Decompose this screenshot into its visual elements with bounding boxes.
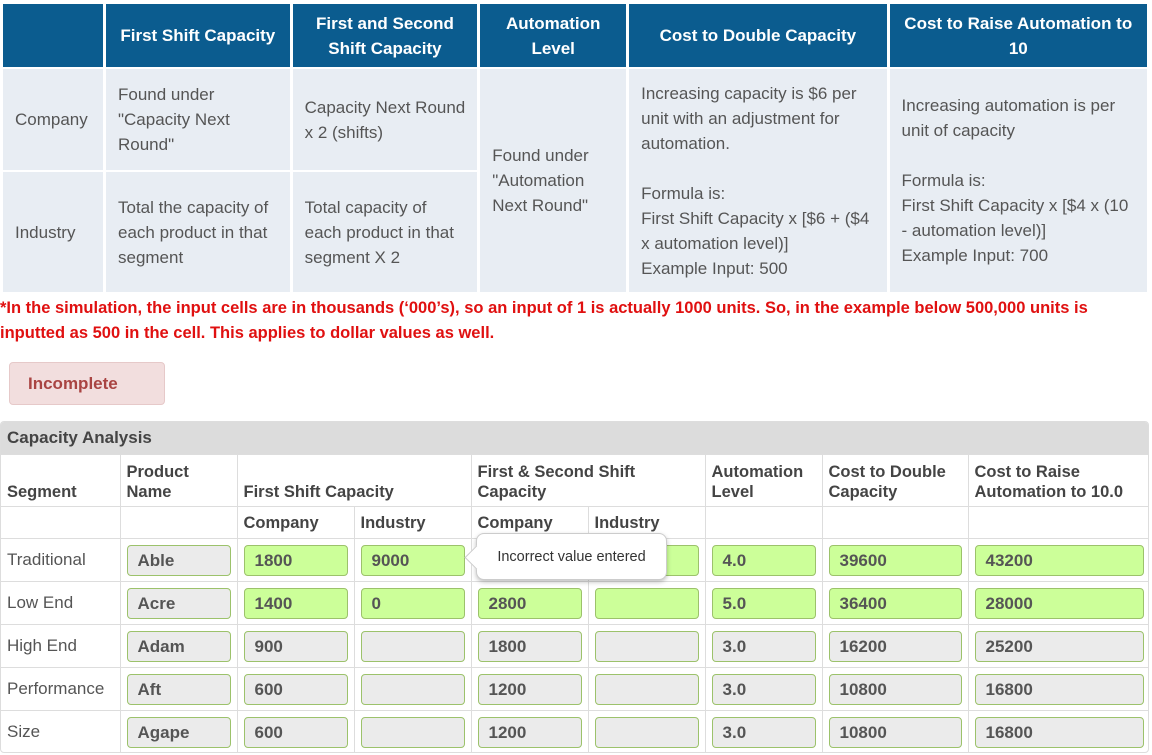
ref-header-first-shift: First Shift Capacity — [105, 4, 290, 67]
capacity-analysis-table: Segment Product Name First Shift Capacit… — [1, 454, 1148, 752]
subcol-blank — [704, 506, 823, 539]
first-shift-industry-input[interactable]: 0 — [360, 587, 465, 619]
cost-double-input[interactable]: 10800 — [828, 716, 962, 748]
ref-header-cost-raise: Cost to Raise Automation to 10 — [889, 4, 1147, 67]
ref-row-industry-label: Industry — [3, 172, 103, 292]
ref-automation: Found under "Automation Next Round" — [480, 69, 627, 292]
first-shift-company-input[interactable]: 900 — [243, 630, 348, 662]
validation-tooltip: Incorrect value entered — [476, 533, 667, 580]
ref-header-automation: Automation Level — [480, 4, 627, 67]
product-name-field: Acre — [126, 587, 231, 619]
ref-cost-double-example: Example Input: 500 — [641, 258, 788, 278]
cost-raise-input[interactable]: 28000 — [974, 587, 1145, 619]
first-second-industry-input[interactable] — [594, 673, 699, 705]
col-cost-double: Cost to Double Capacity — [821, 454, 969, 507]
segment-label: Size — [1, 710, 121, 752]
ref-cost-raise: Increasing automation is per unit of cap… — [889, 69, 1147, 292]
col-cost-raise: Cost to Raise Automation to 10.0 — [967, 454, 1148, 507]
ref-header-first-second: First and Second Shift Capacity — [292, 4, 478, 67]
first-shift-company-input[interactable]: 1800 — [243, 544, 348, 576]
ref-cost-raise-formula: First Shift Capacity x [$4 x (10 - autom… — [901, 196, 1129, 240]
automation-level-input[interactable]: 3.0 — [711, 630, 816, 662]
ref-header-cost-double: Cost to Double Capacity — [629, 4, 887, 67]
subcol-blank — [967, 506, 1148, 539]
subcol-fs-company: Company — [236, 506, 355, 539]
subcol-fs-industry: Industry — [353, 506, 472, 539]
cost-double-input[interactable]: 16200 — [828, 630, 962, 662]
cost-double-input[interactable]: 39600 — [828, 544, 962, 576]
product-name-field: Able — [126, 544, 231, 576]
first-second-company-input[interactable]: 1800 — [477, 630, 582, 662]
automation-level-input[interactable]: 5.0 — [711, 587, 816, 619]
product-name-field: Adam — [126, 630, 231, 662]
first-shift-industry-input[interactable] — [360, 630, 465, 662]
cost-double-input[interactable]: 10800 — [828, 673, 962, 705]
col-first-shift: First Shift Capacity — [236, 454, 472, 507]
col-automation-level: Automation Level — [704, 454, 823, 507]
segment-label: Performance — [1, 667, 121, 711]
first-second-company-input[interactable]: 2800 — [477, 587, 582, 619]
product-name-field: Agape — [126, 716, 231, 748]
col-first-second-shift: First & Second Shift Capacity — [470, 454, 706, 507]
cost-raise-input[interactable]: 16800 — [974, 673, 1145, 705]
ref-industry-first-shift: Total the capacity of each product in th… — [105, 172, 290, 292]
cost-raise-input[interactable]: 16800 — [974, 716, 1145, 748]
first-shift-company-input[interactable]: 600 — [243, 673, 348, 705]
ref-company-first-shift: Found under "Capacity Next Round" — [105, 69, 290, 170]
col-segment: Segment — [1, 454, 121, 507]
first-second-company-input[interactable]: 1200 — [477, 673, 582, 705]
product-name-field: Aft — [126, 673, 231, 705]
table-row: Performance Aft 600 1200 3.0 10800 16800 — [1, 667, 1148, 711]
ref-cost-double-formula-label: Formula is: — [641, 183, 726, 203]
first-shift-industry-input[interactable] — [360, 716, 465, 748]
ref-industry-first-second: Total capacity of each product in that s… — [292, 172, 478, 292]
first-shift-industry-input[interactable] — [360, 673, 465, 705]
first-shift-industry-input[interactable]: 9000 — [360, 544, 465, 576]
ref-cost-raise-desc: Increasing automation is per unit of cap… — [901, 96, 1116, 140]
automation-level-input[interactable]: 3.0 — [711, 673, 816, 705]
segment-label: Low End — [1, 581, 121, 625]
cost-double-input[interactable]: 36400 — [828, 587, 962, 619]
table-row: Low End Acre 1400 0 2800 5.0 36400 28000 — [1, 581, 1148, 625]
first-shift-company-input[interactable]: 600 — [243, 716, 348, 748]
ref-cost-double-desc: Increasing capacity is $6 per unit with … — [641, 83, 857, 153]
subcol-blank — [1, 506, 121, 539]
cost-raise-input[interactable]: 43200 — [974, 544, 1145, 576]
first-second-company-input[interactable]: 1200 — [477, 716, 582, 748]
ref-cost-raise-formula-label: Formula is: — [901, 171, 986, 190]
first-second-industry-input[interactable] — [594, 587, 699, 619]
ref-row-company-label: Company — [3, 69, 103, 170]
segment-label: High End — [1, 624, 121, 668]
first-second-industry-input[interactable] — [594, 716, 699, 748]
ref-header-blank — [3, 4, 103, 67]
subcol-blank — [119, 506, 238, 539]
ref-cost-double: Increasing capacity is $6 per unit with … — [629, 69, 887, 292]
capacity-analysis-panel: Capacity Analysis Segment Product Name F… — [0, 421, 1149, 753]
automation-level-input[interactable]: 4.0 — [711, 544, 816, 576]
panel-title: Capacity Analysis — [1, 422, 1148, 454]
first-shift-company-input[interactable]: 1400 — [243, 587, 348, 619]
subcol-blank — [821, 506, 969, 539]
reference-table: First Shift Capacity First and Second Sh… — [0, 2, 1150, 294]
col-product-name: Product Name — [119, 454, 238, 507]
ref-company-first-second: Capacity Next Round x 2 (shifts) — [292, 69, 478, 170]
thousands-note: *In the simulation, the input cells are … — [0, 299, 1088, 342]
cost-raise-input[interactable]: 25200 — [974, 630, 1145, 662]
automation-level-input[interactable]: 3.0 — [711, 716, 816, 748]
table-row: High End Adam 900 1800 3.0 16200 25200 — [1, 624, 1148, 668]
table-row: Size Agape 600 1200 3.0 10800 16800 — [1, 710, 1148, 752]
first-second-industry-input[interactable] — [594, 630, 699, 662]
ref-cost-double-formula: First Shift Capacity x [$6 + ($4 x autom… — [641, 208, 870, 253]
status-incomplete-button[interactable]: Incomplete — [9, 362, 165, 405]
ref-cost-raise-example: Example Input: 700 — [901, 246, 1049, 265]
segment-label: Traditional — [1, 538, 121, 582]
